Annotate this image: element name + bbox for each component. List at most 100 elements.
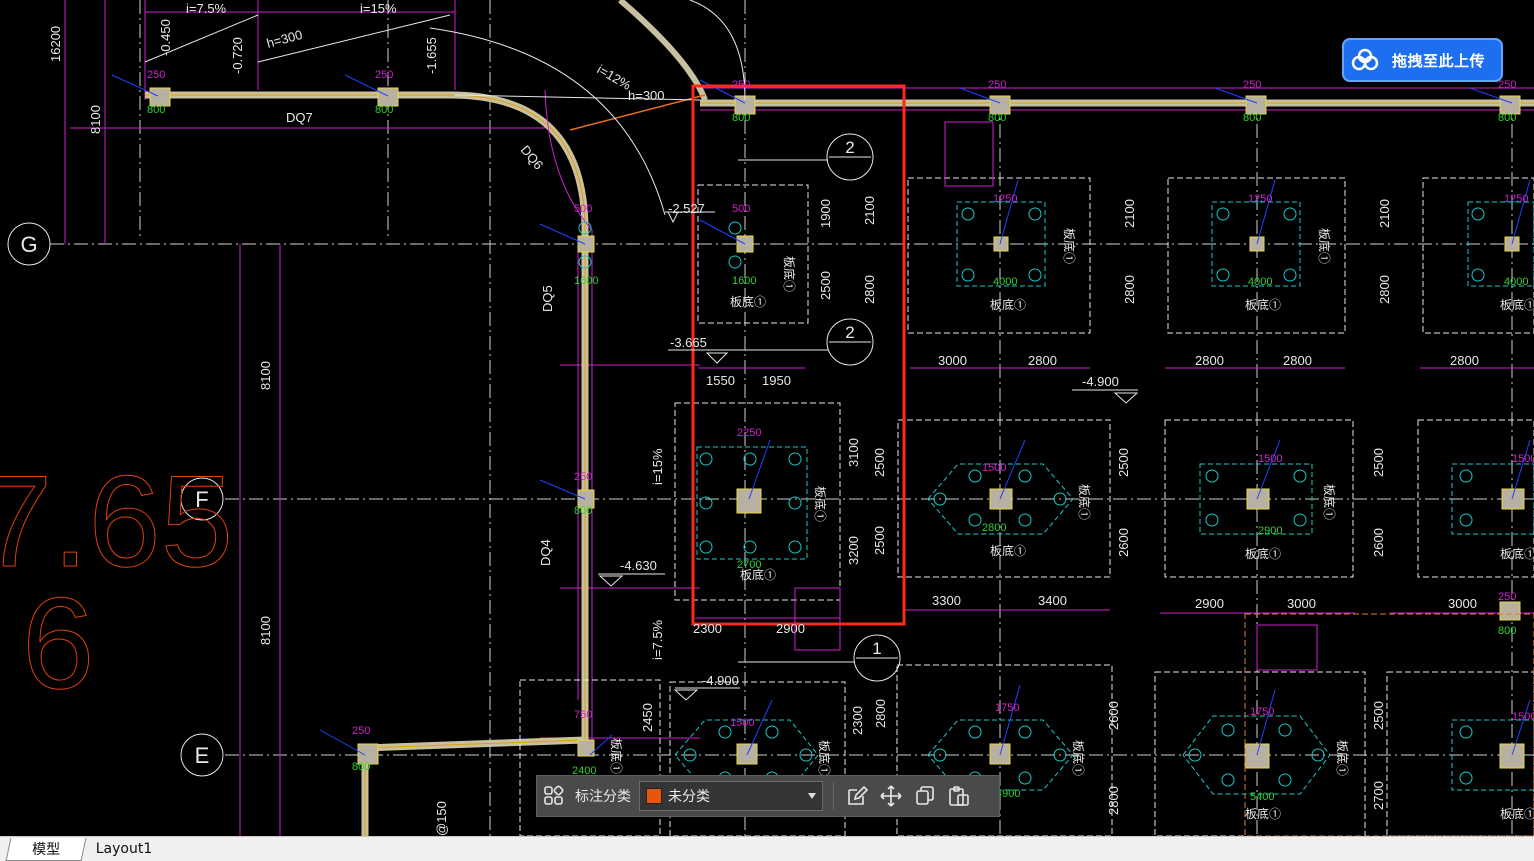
slab-note: 板底① — [1077, 484, 1092, 520]
column-size: 800 — [352, 761, 370, 773]
upload-drop-button[interactable]: 拖拽至此上传 — [1342, 38, 1503, 82]
elevation-text: -4.900 — [702, 673, 739, 688]
pit-size: 1500 — [1512, 453, 1534, 465]
dimension-text: 3300 — [932, 593, 961, 608]
grid-axis-G: G — [7, 222, 51, 266]
slab-note: 板底① — [1500, 546, 1534, 561]
wall-label: DQ7 — [286, 110, 313, 125]
pit-size: 1500 — [730, 717, 754, 729]
column-size: 750 — [574, 709, 592, 721]
grid-lines — [50, 0, 1534, 836]
dimension-text: 1950 — [762, 373, 791, 388]
dimension-text: 2300 — [693, 621, 722, 636]
dimension-text: 2300 — [850, 706, 865, 735]
dimension-text: 8100 — [258, 361, 273, 390]
slab-note: 板底① — [730, 294, 766, 309]
pit-size: 5400 — [1250, 791, 1274, 803]
column-size: 800 — [574, 505, 592, 517]
upload-label: 拖拽至此上传 — [1392, 51, 1486, 70]
slab-note: 板底① — [817, 740, 832, 776]
elevation-text: -0.720 — [230, 37, 245, 74]
wall-label: DQ5 — [540, 285, 555, 312]
annotation-category-label: 标注分类 — [575, 789, 631, 805]
pit-size: 1750 — [995, 702, 1019, 714]
column-size: 800 — [375, 104, 393, 116]
dimension-text: 16200 — [48, 26, 63, 62]
dimension-text: 2450 — [640, 703, 655, 732]
dimension-text: 3000 — [1287, 596, 1316, 611]
pit-outline — [1256, 624, 1318, 671]
annotation-toolbar: 标注分类 未分类 — [536, 775, 1000, 817]
category-select[interactable]: 未分类 — [639, 781, 823, 811]
slope-text: i=7.5% — [186, 1, 227, 16]
pit-size: 2800 — [982, 522, 1006, 534]
dimension-text: 2800 — [862, 275, 877, 304]
slope-text: i=15% — [360, 1, 397, 16]
pit-size: 2900 — [1258, 525, 1282, 537]
elevation-text: -0.450 — [158, 19, 173, 56]
dimension-text: 2500 — [818, 271, 833, 300]
wall-label: DQ6 — [518, 142, 547, 172]
grid-axis-E: E — [180, 733, 224, 777]
category-value: 未分类 — [668, 789, 710, 805]
pad-size: 1600 — [732, 275, 756, 287]
dimension-text: 2800 — [1195, 353, 1224, 368]
section-mark-1: 1 — [853, 634, 901, 682]
dimension-text: 8100 — [88, 105, 103, 134]
pad-size: 500 — [732, 203, 750, 215]
dimension-text: 1550 — [706, 373, 735, 388]
dimension-text: 2800 — [1283, 353, 1312, 368]
pit-size: 4000 — [1504, 276, 1528, 288]
dimension-text: 3000 — [938, 353, 967, 368]
dimension-text: 3100 — [846, 438, 861, 467]
slab-note: 板底① — [782, 256, 797, 292]
pit-outline — [944, 121, 994, 187]
pit-size: 2700 — [737, 559, 761, 571]
column-size: 250 — [147, 69, 165, 81]
axis-label: G — [20, 232, 37, 257]
dimension-text: 2800 — [1450, 353, 1479, 368]
dimension-text: 2100 — [862, 196, 877, 225]
column-size: 250 — [1498, 79, 1516, 91]
section-number: 2 — [845, 138, 854, 157]
dimension-text: 3400 — [1038, 593, 1067, 608]
elevation-text: -4.630 — [620, 558, 657, 573]
column-size: 250 — [352, 725, 370, 737]
column-size: 250 — [988, 79, 1006, 91]
layout-tab-bar: 模型 Layout1 — [0, 836, 1534, 861]
slab-note: 板底① — [1317, 228, 1332, 264]
column-size: 800 — [147, 104, 165, 116]
edit-icon[interactable] — [840, 779, 874, 813]
pit-size: 4000 — [993, 276, 1017, 288]
pit-size: 1250 — [1248, 193, 1272, 205]
pit-size: 1250 — [993, 193, 1017, 205]
move-icon[interactable] — [874, 779, 908, 813]
tab-model[interactable]: 模型 — [5, 838, 87, 861]
height-text: h=300 — [265, 27, 304, 51]
section-number: 1 — [872, 639, 881, 658]
slope-text: i=15% — [650, 448, 665, 485]
slab-note: 板底① — [609, 738, 624, 774]
dimension-text: 2700 — [1371, 781, 1386, 810]
elevation-text: -4.900 — [1082, 374, 1119, 389]
dimension-text: 2600 — [1116, 528, 1131, 557]
pile-circles — [578, 207, 1485, 787]
dimension-text: @150 — [434, 801, 449, 836]
slab-note: 板底① — [813, 486, 828, 522]
dimension-text: 2800 — [873, 699, 888, 728]
chevron-down-icon — [808, 793, 816, 799]
wall-label: DQ4 — [538, 539, 553, 566]
dimension-lines — [64, 0, 1534, 836]
slab-note: 板底① — [1500, 806, 1534, 821]
tab-layout1[interactable]: Layout1 — [88, 838, 160, 860]
paste-icon[interactable] — [942, 779, 976, 813]
section-mark-2-lower: 2 — [826, 318, 874, 366]
elevation-text: -2.527 — [668, 201, 705, 216]
slab-note: 板底① — [990, 297, 1026, 312]
column-size: 800 — [1498, 625, 1516, 637]
copy-icon[interactable] — [908, 779, 942, 813]
grid-layout-icon[interactable] — [537, 779, 571, 813]
dimension-text: 2900 — [1195, 596, 1224, 611]
cad-drawing-canvas[interactable]: G F E 2 2 1 -0.450 -0.720 -1.655 -2.527 … — [0, 0, 1534, 836]
height-text: h=300 — [628, 88, 665, 103]
